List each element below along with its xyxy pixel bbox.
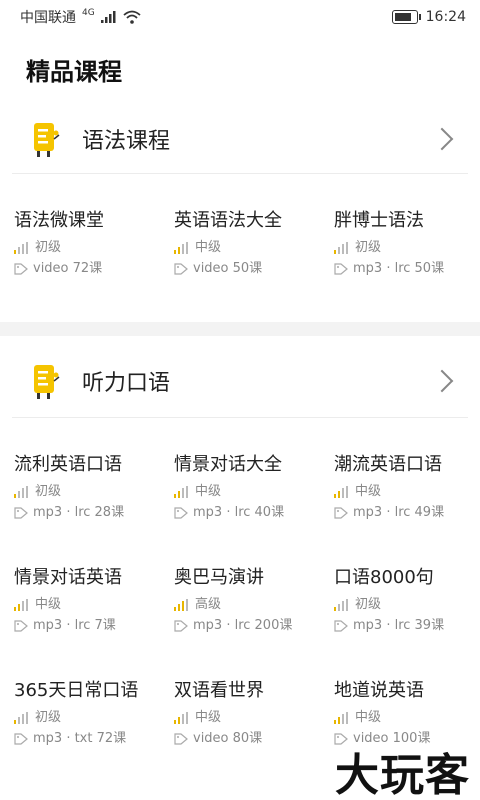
course-name: 情景对话英语 — [14, 567, 122, 588]
course-card[interactable]: 双语看世界 中级 video 80课 — [174, 644, 334, 757]
tag-icon — [334, 733, 348, 745]
section-header-listening[interactable]: 听力口语 — [0, 344, 480, 418]
section-title: 语法课程 — [82, 129, 171, 154]
wifi-icon — [123, 10, 141, 24]
status-bar: 中国联通 4G 16:24 — [0, 0, 480, 34]
tag-icon — [334, 263, 348, 275]
level-icon — [334, 599, 350, 611]
course-tag: mp3 · lrc 40课 — [193, 505, 285, 520]
course-tag: mp3 · lrc 7课 — [33, 618, 116, 633]
chevron-right-icon[interactable] — [430, 369, 454, 393]
course-grid: 语法微课堂 初级 video 72课 英语语法大全 中级 video 50课 胖… — [0, 174, 480, 287]
course-level: 中级 — [355, 710, 382, 725]
mascot-icon — [34, 123, 60, 157]
course-level: 中级 — [355, 484, 382, 499]
course-name: 情景对话大全 — [174, 454, 282, 475]
section-grammar: 语法课程 语法微课堂 初级 video 72课 英语语法大全 中级 video … — [0, 104, 480, 287]
tag-icon — [14, 507, 28, 519]
course-name: 地道说英语 — [334, 680, 424, 701]
course-level: 中级 — [195, 710, 222, 725]
course-card[interactable]: 情景对话英语 中级 mp3 · lrc 7课 — [14, 531, 174, 644]
course-card[interactable]: 口语8000句 初级 mp3 · lrc 39课 — [334, 531, 480, 644]
section-title: 听力口语 — [82, 371, 171, 396]
course-card[interactable]: 流利英语口语 初级 mp3 · lrc 28课 — [14, 418, 174, 531]
course-name: 潮流英语口语 — [334, 454, 442, 475]
course-card[interactable]: 潮流英语口语 中级 mp3 · lrc 49课 — [334, 418, 480, 531]
level-icon — [14, 712, 30, 724]
course-card[interactable]: 365天日常口语 初级 mp3 · txt 72课 — [14, 644, 174, 757]
course-level: 初级 — [35, 710, 62, 725]
section-listening-speaking: 听力口语 流利英语口语 初级 mp3 · lrc 28课 情景对话大全 中级 m… — [0, 344, 480, 757]
tag-icon — [334, 507, 348, 519]
signal-icon — [100, 11, 116, 23]
mascot-icon — [34, 365, 60, 399]
course-tag: mp3 · lrc 39课 — [353, 618, 445, 633]
course-card[interactable]: 胖博士语法 初级 mp3 · lrc 50课 — [334, 174, 480, 287]
course-level: 高级 — [195, 597, 222, 612]
course-card[interactable]: 地道说英语 中级 video 100课 — [334, 644, 480, 757]
level-icon — [14, 242, 30, 254]
course-name: 英语语法大全 — [174, 210, 282, 231]
level-icon — [14, 486, 30, 498]
course-name: 胖博士语法 — [334, 210, 424, 231]
course-tag: mp3 · lrc 200课 — [193, 618, 293, 633]
tag-icon — [14, 263, 28, 275]
course-name: 奥巴马演讲 — [174, 567, 264, 588]
level-icon — [174, 486, 190, 498]
network-label: 4G — [82, 8, 95, 18]
divider — [12, 173, 468, 174]
tag-icon — [334, 620, 348, 632]
tag-icon — [174, 620, 188, 632]
course-level: 初级 — [35, 484, 62, 499]
course-tag: mp3 · txt 72课 — [33, 731, 127, 746]
course-tag: video 72课 — [33, 261, 103, 276]
chevron-right-icon[interactable] — [430, 127, 454, 151]
course-name: 语法微课堂 — [14, 210, 104, 231]
watermark: 大玩客 — [331, 750, 474, 800]
course-tag: video 50课 — [193, 261, 263, 276]
section-separator — [0, 322, 480, 336]
clock: 16:24 — [425, 9, 466, 25]
level-icon — [334, 242, 350, 254]
course-name: 口语8000句 — [334, 567, 434, 588]
course-card[interactable]: 语法微课堂 初级 video 72课 — [14, 174, 174, 287]
course-grid: 流利英语口语 初级 mp3 · lrc 28课 情景对话大全 中级 mp3 · … — [0, 418, 480, 757]
course-level: 中级 — [195, 240, 222, 255]
section-header-grammar[interactable]: 语法课程 — [0, 104, 480, 174]
level-icon — [14, 599, 30, 611]
course-level: 初级 — [355, 597, 382, 612]
course-card[interactable]: 情景对话大全 中级 mp3 · lrc 40课 — [174, 418, 334, 531]
page-title: 精品课程 — [26, 58, 122, 86]
divider — [12, 417, 468, 418]
tag-icon — [174, 733, 188, 745]
course-name: 流利英语口语 — [14, 454, 122, 475]
course-tag: video 100课 — [353, 731, 431, 746]
course-tag: mp3 · lrc 28课 — [33, 505, 125, 520]
tag-icon — [174, 263, 188, 275]
course-tag: video 80课 — [193, 731, 263, 746]
level-icon — [174, 712, 190, 724]
course-level: 初级 — [355, 240, 382, 255]
level-icon — [174, 242, 190, 254]
course-tag: mp3 · lrc 49课 — [353, 505, 445, 520]
course-tag: mp3 · lrc 50课 — [353, 261, 445, 276]
tag-icon — [14, 733, 28, 745]
level-icon — [334, 712, 350, 724]
tag-icon — [14, 620, 28, 632]
carrier-label: 中国联通 — [20, 10, 76, 26]
course-card[interactable]: 奥巴马演讲 高级 mp3 · lrc 200课 — [174, 531, 334, 644]
course-level: 中级 — [195, 484, 222, 499]
battery-icon — [391, 10, 421, 24]
level-icon — [334, 486, 350, 498]
level-icon — [174, 599, 190, 611]
course-card[interactable]: 英语语法大全 中级 video 50课 — [174, 174, 334, 287]
course-level: 中级 — [35, 597, 62, 612]
course-name: 双语看世界 — [174, 680, 264, 701]
course-name: 365天日常口语 — [14, 680, 139, 701]
course-level: 初级 — [35, 240, 62, 255]
tag-icon — [174, 507, 188, 519]
